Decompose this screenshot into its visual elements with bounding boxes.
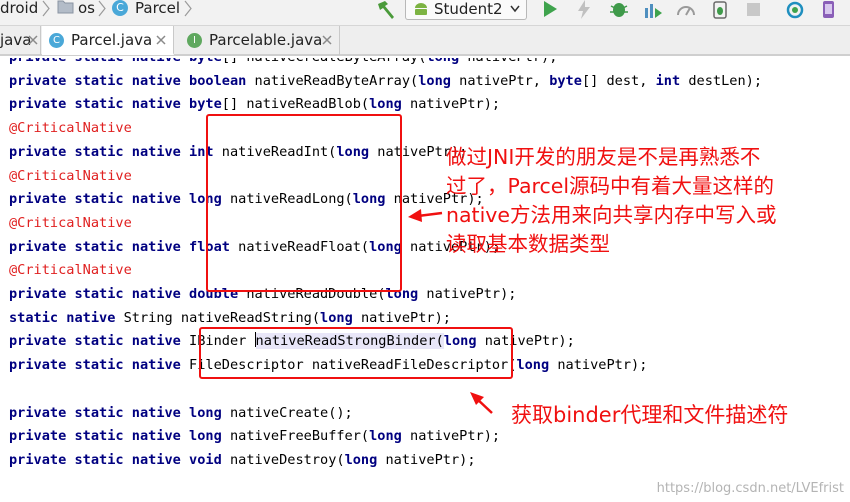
annotation-note-binder: 获取binder代理和文件描述符	[511, 403, 789, 427]
watermark: https://blog.csdn.net/LVEfrist	[656, 481, 844, 496]
annotation-note-line: 做过JNI开发的朋友是不是再熟悉不	[446, 145, 761, 169]
arrow-icon	[470, 392, 493, 414]
annotation-note-line: native方法用来向共享内存中写入或	[446, 203, 777, 227]
annotation-note-jni: 做过JNI开发的朋友是不是再熟悉不 过了，Parcel源码中有着大量这样的 na…	[446, 143, 777, 259]
annotation-note-line: 过了，Parcel源码中有着大量这样的	[446, 174, 775, 198]
arrow-icon	[408, 209, 443, 222]
annotation-note-line: 读取基本数据类型	[446, 232, 610, 256]
